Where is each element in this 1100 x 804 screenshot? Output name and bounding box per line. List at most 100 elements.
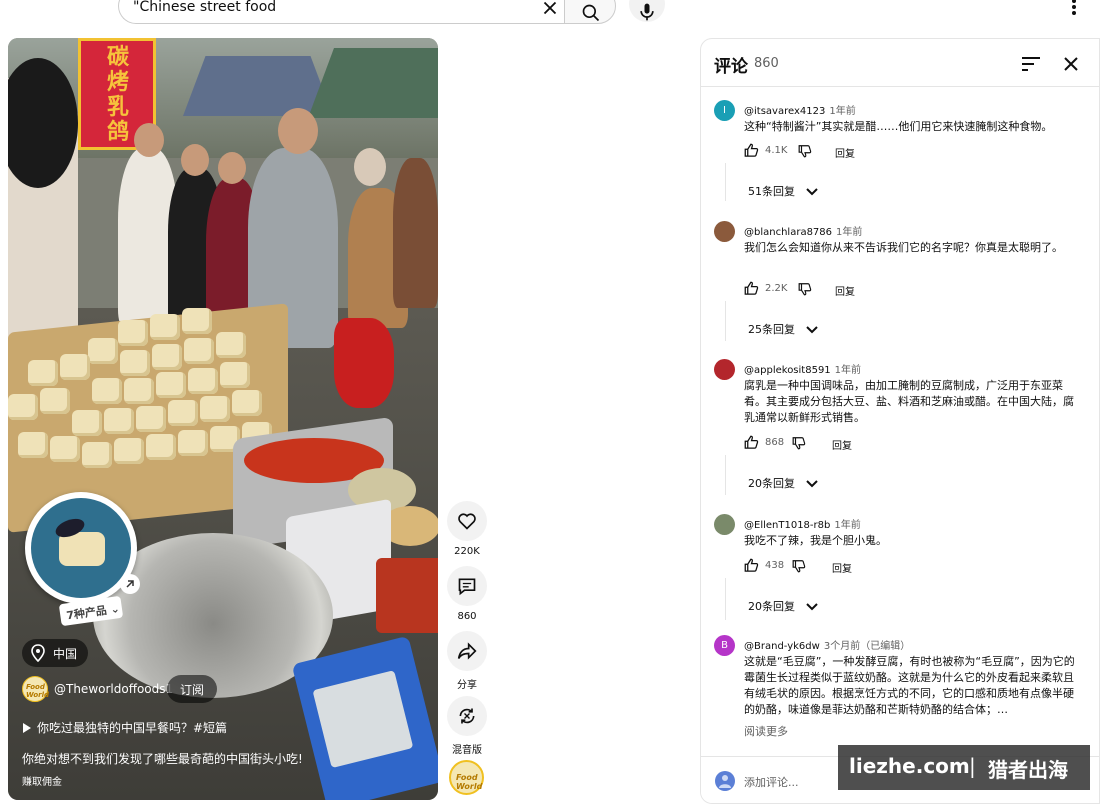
thread-line	[725, 301, 726, 341]
thumb-up-icon[interactable]	[744, 143, 759, 158]
reply-button[interactable]: 回复	[835, 145, 855, 160]
bun	[156, 372, 186, 398]
heart-icon	[458, 513, 476, 530]
view-replies-button[interactable]: 20条回复	[748, 475, 795, 491]
product-image	[31, 498, 131, 598]
bun	[104, 408, 134, 434]
crowd-person	[393, 158, 438, 308]
search-icon	[582, 4, 600, 22]
comment-avatar[interactable]: I	[714, 100, 735, 121]
thumb-down-icon[interactable]	[798, 282, 812, 296]
read-more-button[interactable]: 阅读更多	[744, 723, 788, 739]
comment-avatar[interactable]	[714, 221, 735, 242]
subscribe-button[interactable]: 订阅	[167, 675, 217, 703]
comments-button[interactable]	[447, 566, 487, 606]
comment-author-line: @applekosit8591 1年前	[744, 361, 861, 376]
voice-search-button[interactable]	[629, 0, 665, 22]
short-video-player[interactable]: 碳烤乳鸽 7种产品 ⌄ 中国 Food World @Theworldoffoo…	[8, 38, 438, 800]
subscribe-label: 订阅	[180, 683, 205, 697]
comment-author[interactable]: @itsavarex4123	[744, 106, 825, 117]
search-query[interactable]: "Chinese street food	[133, 0, 276, 15]
search-input[interactable]: "Chinese street food	[118, 0, 565, 24]
channel-avatar[interactable]: Food World	[22, 676, 50, 702]
bun	[136, 406, 166, 432]
comment-avatar[interactable]	[714, 359, 735, 380]
close-icon[interactable]	[539, 0, 561, 19]
comment-author[interactable]: @applekosit8591	[744, 365, 831, 376]
comment-like-count: 4.1K	[765, 145, 788, 156]
reply-button[interactable]: 回复	[835, 283, 855, 298]
comment-time[interactable]: 1年前	[835, 365, 861, 376]
thumb-up-icon[interactable]	[744, 281, 759, 296]
share-icon	[457, 642, 477, 660]
location-label: 中国	[53, 647, 78, 661]
thumb-up-icon[interactable]	[744, 435, 759, 450]
comment-time[interactable]: 1年前	[836, 227, 862, 238]
comment-count: 860	[457, 611, 477, 622]
location-chip[interactable]: 中国	[22, 639, 88, 667]
share-button[interactable]	[447, 631, 487, 671]
view-replies-button[interactable]: 20条回复	[748, 598, 795, 614]
view-replies-button[interactable]: 51条回复	[748, 183, 795, 199]
reply-button[interactable]: 回复	[832, 437, 852, 452]
crowd-head	[278, 108, 318, 154]
comment-avatar[interactable]: B	[714, 635, 735, 656]
chevron-down-icon[interactable]	[805, 600, 819, 614]
search-button[interactable]	[564, 0, 616, 24]
open-product-button[interactable]	[120, 574, 140, 594]
comment-text: 腐乳是一种中国调味品，由加工腌制的豆腐制成，广泛用于东亚菜肴。其主要成分包括大豆…	[744, 379, 1074, 424]
crowd-head	[218, 152, 246, 184]
comment-time[interactable]: 1年前	[829, 106, 855, 117]
chevron-down-icon[interactable]	[805, 323, 819, 337]
thumb-up-icon[interactable]	[744, 558, 759, 573]
reply-button[interactable]: 回复	[832, 560, 852, 575]
channel-logo-button[interactable]: Food World	[449, 760, 484, 795]
bun	[216, 332, 246, 358]
comment-time[interactable]: 3个月前（已编辑）	[824, 641, 910, 652]
view-replies-button[interactable]: 25条回复	[748, 321, 795, 337]
comment-actions: 2.2K 回复	[744, 281, 944, 298]
remix-button[interactable]	[447, 696, 487, 736]
bun	[188, 368, 218, 394]
channel-logo-text: Food World	[26, 683, 50, 699]
comment-author[interactable]: @blanchlara8786	[744, 227, 832, 238]
comment-author[interactable]: @EllenT1018-r8b	[744, 520, 830, 531]
thumb-down-icon[interactable]	[798, 144, 812, 158]
bun	[150, 314, 180, 340]
more-vert-icon[interactable]	[1064, 0, 1084, 18]
bun	[168, 400, 198, 426]
market-tent	[183, 56, 333, 116]
bun	[178, 430, 208, 456]
playlist-link[interactable]: 你吃过最独特的中国早餐吗？#短篇	[22, 719, 227, 736]
crowd-head	[134, 123, 164, 157]
add-comment-input[interactable]: 添加评论...	[744, 774, 799, 790]
bun	[40, 388, 70, 414]
thumb-down-icon[interactable]	[792, 436, 806, 450]
bun	[114, 438, 144, 464]
user-icon	[719, 775, 731, 788]
comment-actions: 868 回复	[744, 435, 944, 452]
comment-author[interactable]: @Brand-yk6dw	[744, 641, 820, 652]
comments-title: 评论	[714, 57, 748, 77]
thread-line	[725, 578, 726, 620]
sort-icon[interactable]	[1019, 52, 1043, 76]
remix-icon	[459, 708, 475, 724]
chevron-down-icon[interactable]	[805, 185, 819, 199]
like-button[interactable]	[447, 501, 487, 541]
bun	[28, 360, 58, 386]
watermark-brand: 猎者出海	[988, 758, 1068, 782]
banner-text: 碳烤乳鸽	[106, 44, 129, 145]
bun	[220, 362, 250, 388]
comment-time[interactable]: 1年前	[834, 520, 860, 531]
thumb-down-icon[interactable]	[792, 559, 806, 573]
chevron-down-icon[interactable]	[805, 477, 819, 491]
comment-actions: 4.1K 回复	[744, 143, 944, 160]
comment-text: 我们怎么会知道你从来不告诉我们它的名字呢？你真是太聪明了。	[744, 241, 1063, 254]
products-tag-label: 7种产品	[65, 603, 108, 623]
watermark-separator: |	[969, 754, 976, 778]
playlist-title: 你吃过最独特的中国早餐吗？#短篇	[37, 721, 228, 735]
comment-like-count: 438	[765, 560, 785, 571]
channel-name[interactable]: @Theworldoffoods1	[54, 682, 173, 696]
close-icon[interactable]	[1059, 52, 1083, 76]
comment-avatar[interactable]	[714, 514, 735, 535]
